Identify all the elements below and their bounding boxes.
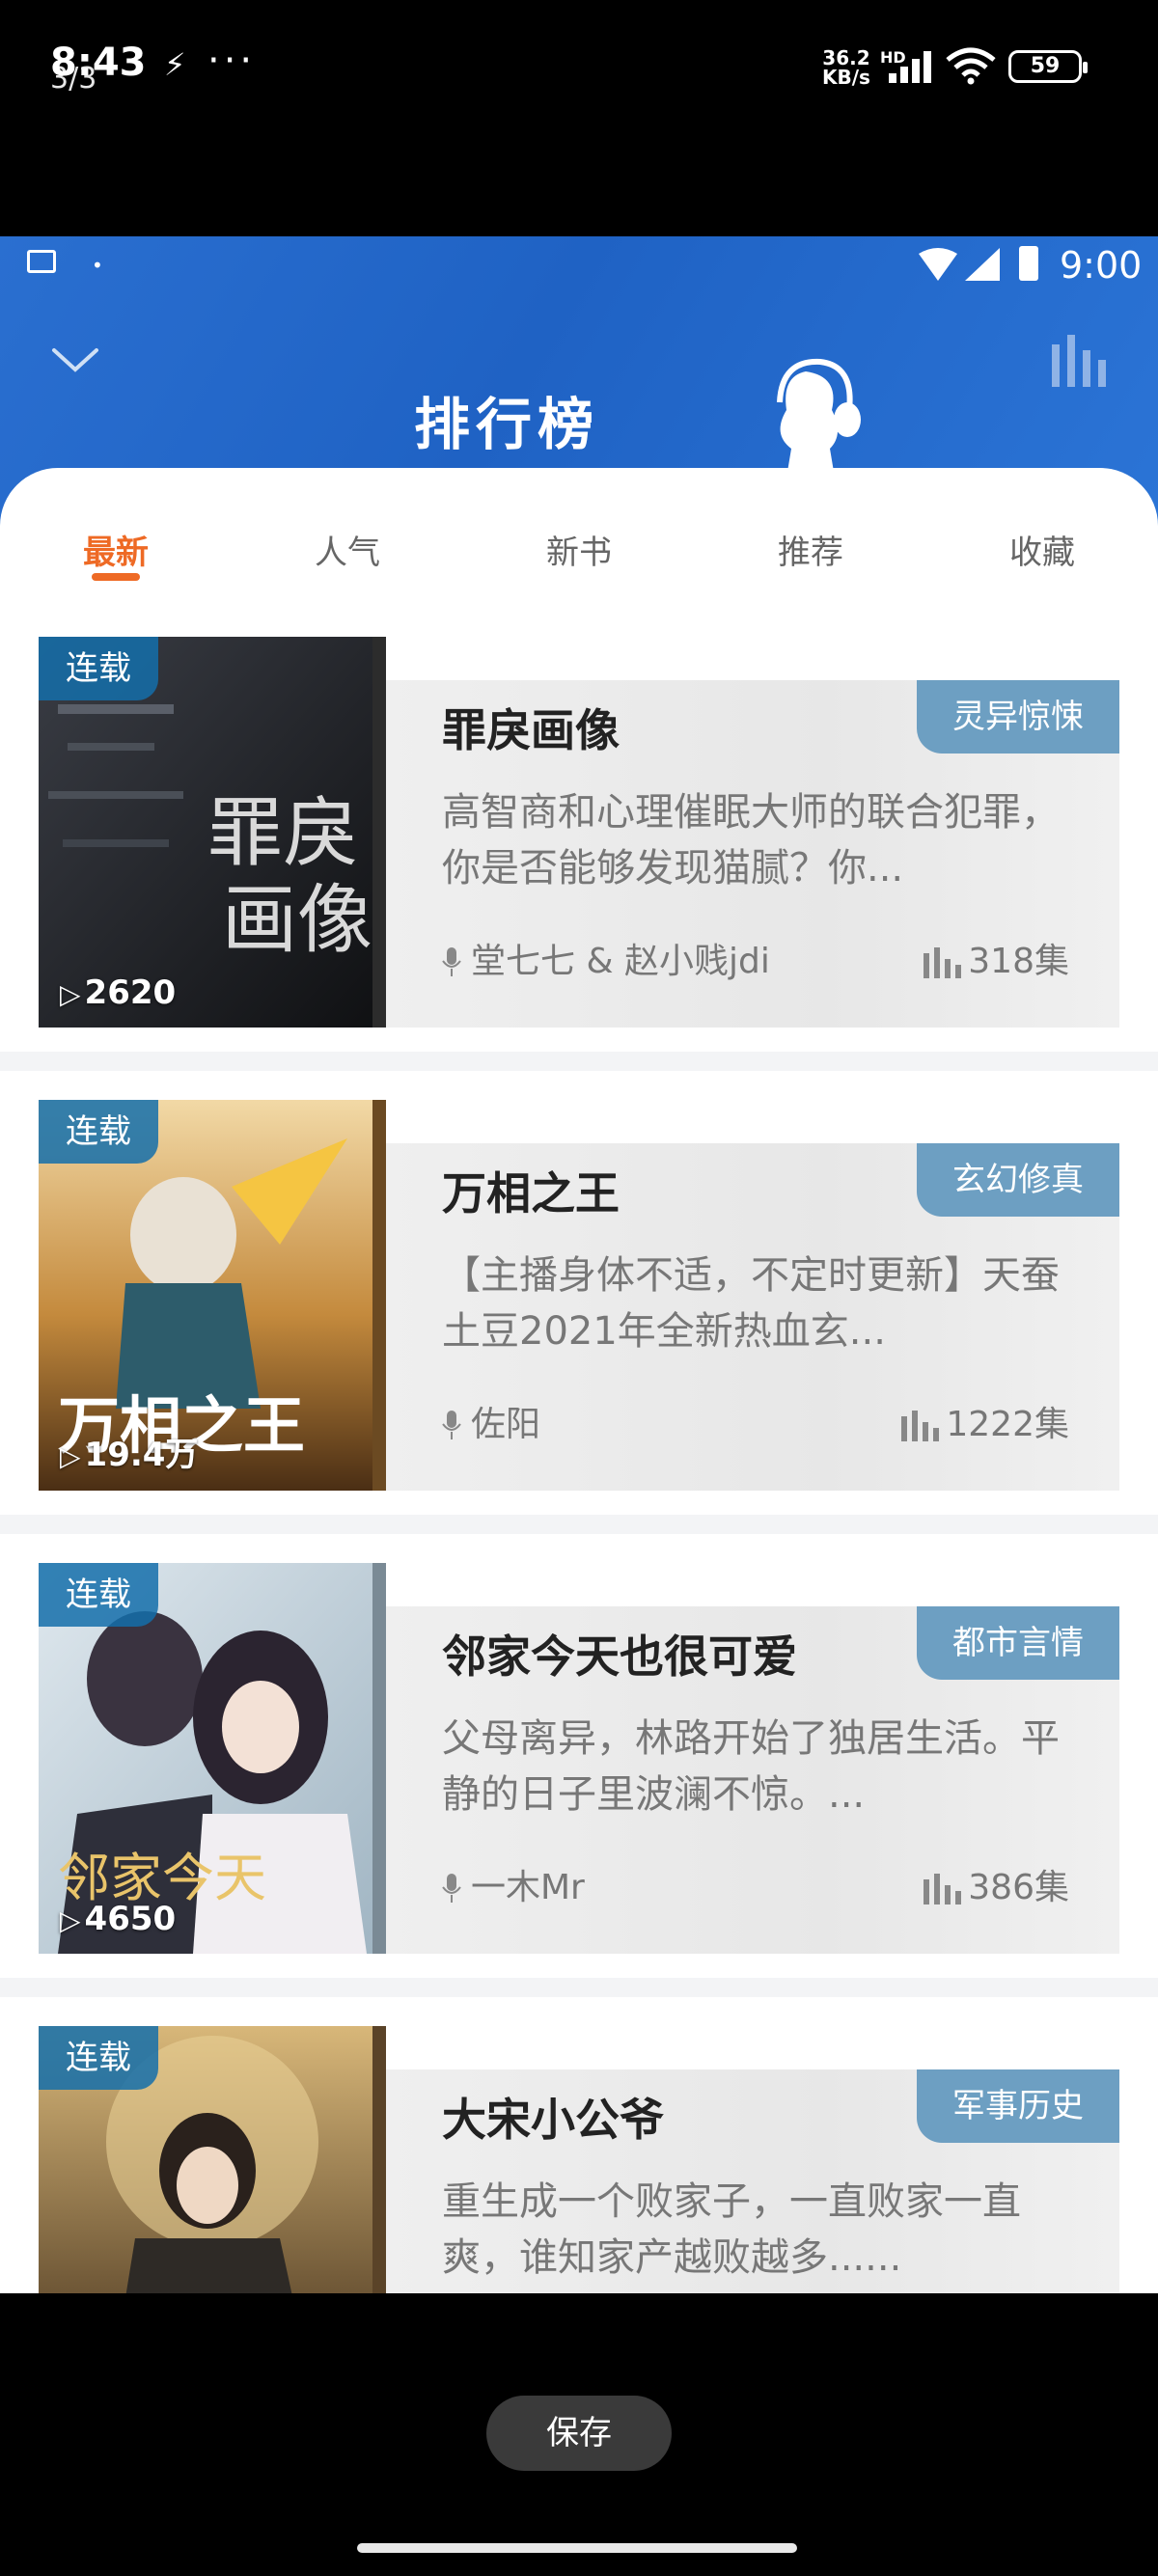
episode-count: 386集 <box>922 1859 1069 1909</box>
tab-latest[interactable]: 最新 <box>19 526 212 573</box>
book-card[interactable]: 万相之王 连载 ▷ 19.4万 玄幻修真 万相之王 【主播身体不适，不定时更新】天… <box>0 1071 1158 1515</box>
serializing-badge: 连载 <box>39 637 158 700</box>
serializing-badge: 连载 <box>39 2026 158 2090</box>
microphone-icon <box>442 1411 461 1439</box>
book-cover[interactable]: 万相之王 连载 ▷ 19.4万 <box>39 1100 386 1491</box>
back-chevron-icon[interactable] <box>48 341 102 379</box>
image-notification-icon <box>27 250 56 273</box>
play-icon: ▷ <box>60 978 81 1010</box>
book-card[interactable]: 连载 军事历史 大宋小公爷 重生成一个败家子，一直败家一直爽，谁知家产越败越多.… <box>0 1997 1158 2293</box>
book-info[interactable]: 军事历史 大宋小公爷 重生成一个败家子，一直败家一直爽，谁知家产越败越多....… <box>386 2069 1119 2293</box>
book-description: 【主播身体不适，不定时更新】天蚕土豆2021年全新热血玄... <box>442 1253 1060 1354</box>
headphone-listener-icon <box>777 358 861 478</box>
serializing-badge: 连载 <box>39 1563 158 1627</box>
page-title: 排行榜 <box>413 392 599 457</box>
book-list: 罪戾 画像 连载 ▷ 2620 灵异惊悚 罪戾画像 高智商和心理催眠大师的联合犯罪… <box>0 608 1158 2293</box>
episode-count: 318集 <box>922 933 1069 983</box>
play-count: ▷ 4650 <box>60 1900 177 1938</box>
book-hosts: 佐阳 <box>442 1396 540 1446</box>
genre-tag: 玄幻修真 <box>917 1143 1119 1217</box>
app-status-bar: • 9:00 <box>0 236 1158 294</box>
home-indicator[interactable] <box>357 2543 797 2553</box>
book-cover[interactable]: 连载 <box>39 2026 386 2293</box>
book-cover[interactable]: 罪戾 画像 连载 ▷ 2620 <box>39 637 386 1028</box>
book-card[interactable]: 罪戾 画像 连载 ▷ 2620 灵异惊悚 罪戾画像 高智商和心理催眠大师的联合犯罪… <box>0 608 1158 1052</box>
serializing-badge: 连载 <box>39 1100 158 1164</box>
book-hosts: 堂七七 & 赵小贱jdi <box>442 933 770 983</box>
charging-bolt-icon: ⚡ <box>164 46 186 83</box>
network-speed: 36.2 KB/s <box>822 46 870 89</box>
book-description: 高智商和心理催眠大师的联合犯罪，你是否能够发现猫腻？你... <box>442 790 1060 891</box>
battery-icon <box>1019 246 1038 281</box>
book-info[interactable]: 玄幻修真 万相之王 【主播身体不适，不定时更新】天蚕土豆2021年全新热血玄..… <box>386 1143 1119 1491</box>
cell-signal-icon <box>965 248 1000 281</box>
tab-recommended[interactable]: 推荐 <box>714 526 907 573</box>
genre-tag: 军事历史 <box>917 2069 1119 2143</box>
play-icon: ▷ <box>60 1905 81 1936</box>
book-info[interactable]: 都市言情 邻家今天也很可爱 父母离异，林路开始了独居生活。平静的日子里波澜不惊。… <box>386 1606 1119 1954</box>
page-indicator: 3/3 <box>50 62 97 96</box>
book-cover[interactable]: 邻家今天 连载 ▷ 4650 <box>39 1563 386 1954</box>
book-card[interactable]: 邻家今天 连载 ▷ 4650 都市言情 邻家今天也很可爱 父母离异，林路开始了独居… <box>0 1534 1158 1978</box>
device-status-bar: 8:43 3/3 ⚡ ··· 36.2 KB/s HD 59 <box>0 0 1158 135</box>
book-title: 邻家今天也很可爱 <box>442 1631 797 1683</box>
microphone-icon <box>442 1874 461 1903</box>
notification-dot-icon: • <box>92 254 103 277</box>
cell-signal-icon <box>889 51 931 83</box>
genre-tag: 灵异惊悚 <box>917 680 1119 754</box>
episode-count: 1222集 <box>899 1396 1069 1446</box>
tab-new-books[interactable]: 新书 <box>482 526 676 573</box>
more-notifications-icon: ··· <box>207 39 257 83</box>
tab-favorites[interactable]: 收藏 <box>946 526 1139 573</box>
episodes-bars-icon <box>924 947 962 978</box>
wifi-icon <box>946 47 996 85</box>
svg-text:罪戾: 罪戾 <box>207 790 358 877</box>
save-button[interactable]: 保存 <box>486 2396 672 2471</box>
book-description: 父母离异，林路开始了独居生活。平静的日子里波澜不惊。... <box>442 1716 1060 1817</box>
play-count: ▷ 19.4万 <box>60 1436 199 1474</box>
tab-popular[interactable]: 人气 <box>251 526 444 573</box>
book-title: 万相之王 <box>442 1167 620 1219</box>
episodes-bars-icon <box>924 1874 962 1905</box>
book-hosts: 一木Mr <box>442 1859 585 1909</box>
app-status-time: 9:00 <box>1060 244 1143 287</box>
book-description: 重生成一个败家子，一直败家一直爽，谁知家产越败越多...... <box>442 2179 1021 2280</box>
episodes-bars-icon <box>901 1411 940 1441</box>
book-title: 罪戾画像 <box>442 704 620 756</box>
genre-tag: 都市言情 <box>917 1606 1119 1680</box>
play-count: ▷ 2620 <box>60 973 177 1012</box>
wifi-icon <box>919 248 957 281</box>
book-title: 大宋小公爷 <box>442 2094 664 2146</box>
active-tab-indicator <box>92 573 140 581</box>
svg-text:画像: 画像 <box>222 877 372 964</box>
book-info[interactable]: 灵异惊悚 罪戾画像 高智商和心理催眠大师的联合犯罪，你是否能够发现猫腻？你...… <box>386 680 1119 1028</box>
microphone-icon <box>442 947 461 976</box>
play-icon: ▷ <box>60 1440 81 1472</box>
battery-indicator: 59 <box>1008 50 1088 83</box>
app-screen: • 9:00 排行榜 最新 人气 新书 推荐 收藏 罪戾 画像 连载 ▷ 262… <box>0 236 1158 2293</box>
ranking-tabs: 最新 人气 新书 推荐 收藏 <box>0 468 1158 608</box>
